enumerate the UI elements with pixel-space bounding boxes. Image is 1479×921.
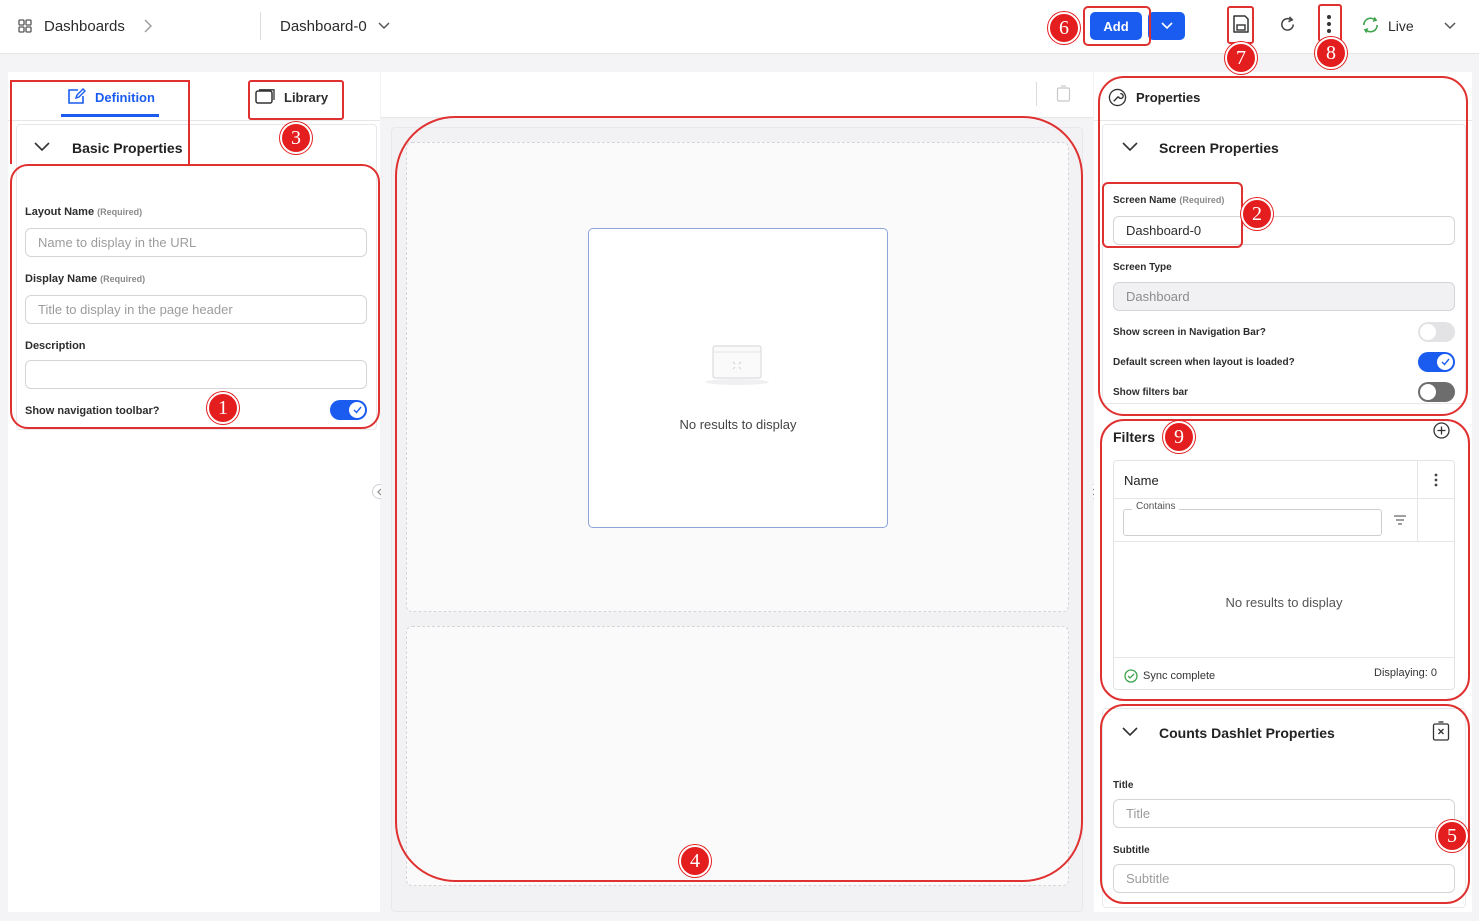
dashboards-grid-icon bbox=[18, 19, 32, 33]
chevron-right-icon bbox=[144, 19, 152, 33]
save-icon[interactable] bbox=[1232, 14, 1250, 34]
add-filter-icon[interactable] bbox=[1433, 422, 1450, 439]
annotation-badge-4: 4 bbox=[679, 845, 711, 877]
empty-state-icon bbox=[705, 345, 769, 385]
canvas-toolbar bbox=[381, 72, 1093, 118]
annotation-badge-8: 8 bbox=[1315, 37, 1347, 69]
section-title-dashlet-properties: Counts Dashlet Properties bbox=[1159, 725, 1335, 741]
live-label[interactable]: Live bbox=[1388, 18, 1414, 34]
screen-name-input[interactable]: Dashboard-0 bbox=[1113, 216, 1455, 245]
section-title-screen-properties: Screen Properties bbox=[1159, 140, 1279, 156]
description-input[interactable] bbox=[25, 360, 367, 389]
chevron-down-icon[interactable] bbox=[34, 142, 50, 152]
show-in-nav-toggle[interactable] bbox=[1418, 322, 1455, 342]
center-canvas: No results to display bbox=[381, 72, 1093, 912]
nav-toolbar-toggle[interactable] bbox=[330, 400, 367, 420]
displaying-count: Displaying: 0 bbox=[1374, 667, 1437, 679]
section-title-basic-properties: Basic Properties bbox=[72, 140, 183, 156]
check-icon bbox=[353, 406, 362, 414]
description-label: Description bbox=[25, 340, 86, 352]
top-bar: Dashboards Dashboard-0 Add Live bbox=[0, 0, 1479, 54]
dashboard-selector-label[interactable]: Dashboard-0 bbox=[280, 18, 367, 35]
sync-live-icon bbox=[1363, 17, 1378, 33]
screen-type-select[interactable]: Dashboard bbox=[1113, 282, 1455, 311]
annotation-badge-7: 7 bbox=[1225, 42, 1257, 74]
default-screen-label: Default screen when layout is loaded? bbox=[1113, 357, 1295, 368]
chevron-down-icon[interactable] bbox=[1444, 22, 1456, 30]
column-header-name[interactable]: Name bbox=[1124, 473, 1159, 488]
divider bbox=[8, 120, 380, 121]
screen-name-label: Screen Name (Required) bbox=[1113, 195, 1225, 206]
empty-state-text: No results to display bbox=[679, 417, 797, 432]
wrench-icon bbox=[1108, 88, 1127, 107]
tab-library[interactable]: Library bbox=[284, 90, 328, 105]
tab-definition[interactable]: Definition bbox=[95, 90, 155, 105]
show-filters-bar-label: Show filters bar bbox=[1113, 387, 1189, 398]
refresh-icon[interactable] bbox=[1278, 15, 1297, 34]
library-icon bbox=[255, 89, 275, 104]
annotation-badge-3: 3 bbox=[280, 122, 312, 154]
divider bbox=[1036, 82, 1037, 106]
filters-grid: Name Contains No results to display Sync… bbox=[1113, 460, 1455, 690]
properties-header: Properties bbox=[1136, 90, 1201, 105]
divider bbox=[1114, 498, 1454, 499]
dashlet-subtitle-label: Subtitle bbox=[1113, 845, 1150, 856]
screen-type-label: Screen Type bbox=[1113, 262, 1172, 273]
more-vertical-icon[interactable] bbox=[1326, 13, 1332, 35]
display-name-input[interactable]: Title to display in the page header bbox=[25, 295, 367, 324]
nav-toolbar-label: Show navigation toolbar? bbox=[25, 405, 160, 417]
chevron-down-icon[interactable] bbox=[378, 22, 390, 30]
layout-area: No results to display bbox=[391, 127, 1083, 912]
chevron-down-icon[interactable] bbox=[1122, 142, 1138, 152]
delete-dashlet-icon[interactable] bbox=[1432, 721, 1450, 741]
dashlet-slot[interactable] bbox=[406, 626, 1069, 886]
counts-dashlet[interactable]: No results to display bbox=[588, 228, 888, 528]
annotation-badge-6: 6 bbox=[1048, 12, 1080, 44]
delete-dashlet-icon[interactable] bbox=[1056, 85, 1071, 103]
add-dropdown-button[interactable] bbox=[1148, 12, 1185, 40]
layout-name-input[interactable]: Name to display in the URL bbox=[25, 228, 367, 257]
column-menu-icon[interactable] bbox=[1434, 473, 1438, 487]
right-panel: Properties Screen Properties Screen Name… bbox=[1094, 72, 1472, 912]
annotation-badge-1: 1 bbox=[207, 392, 239, 424]
dashlet-subtitle-input[interactable]: Subtitle bbox=[1113, 864, 1455, 893]
show-filters-bar-toggle[interactable] bbox=[1418, 382, 1455, 402]
divider bbox=[1417, 461, 1418, 541]
sync-status-text: Sync complete bbox=[1143, 670, 1216, 682]
annotation-badge-5: 5 bbox=[1436, 820, 1468, 852]
default-screen-toggle[interactable] bbox=[1418, 352, 1455, 372]
layout-name-label: Layout Name (Required) bbox=[25, 206, 143, 218]
breadcrumb-dashboards[interactable]: Dashboards bbox=[44, 18, 125, 35]
edit-icon bbox=[68, 88, 86, 104]
divider bbox=[260, 12, 261, 40]
active-tab-indicator bbox=[61, 114, 159, 117]
divider bbox=[1094, 120, 1472, 121]
sync-complete-icon bbox=[1124, 669, 1138, 683]
dashlet-title-input[interactable]: Title bbox=[1113, 799, 1455, 828]
left-panel: Definition Library Basic Properties Layo… bbox=[8, 72, 380, 912]
contains-filter-input[interactable] bbox=[1123, 509, 1382, 536]
show-in-nav-label: Show screen in Navigation Bar? bbox=[1113, 327, 1266, 338]
chevron-down-icon[interactable] bbox=[1122, 727, 1138, 737]
divider bbox=[1114, 541, 1454, 542]
dashlet-slot[interactable]: No results to display bbox=[406, 142, 1069, 612]
divider bbox=[1114, 657, 1454, 658]
contains-label: Contains bbox=[1132, 501, 1180, 512]
check-icon bbox=[1441, 358, 1450, 366]
filter-icon[interactable] bbox=[1393, 515, 1407, 525]
chevron-down-icon bbox=[1160, 22, 1173, 30]
annotation-badge-2: 2 bbox=[1241, 198, 1273, 230]
dashlet-title-label: Title bbox=[1113, 780, 1134, 791]
filters-empty-text: No results to display bbox=[1225, 595, 1343, 610]
display-name-label: Display Name (Required) bbox=[25, 273, 146, 285]
add-button[interactable]: Add bbox=[1090, 12, 1142, 40]
annotation-badge-9: 9 bbox=[1163, 421, 1195, 453]
filters-title: Filters bbox=[1113, 429, 1156, 445]
